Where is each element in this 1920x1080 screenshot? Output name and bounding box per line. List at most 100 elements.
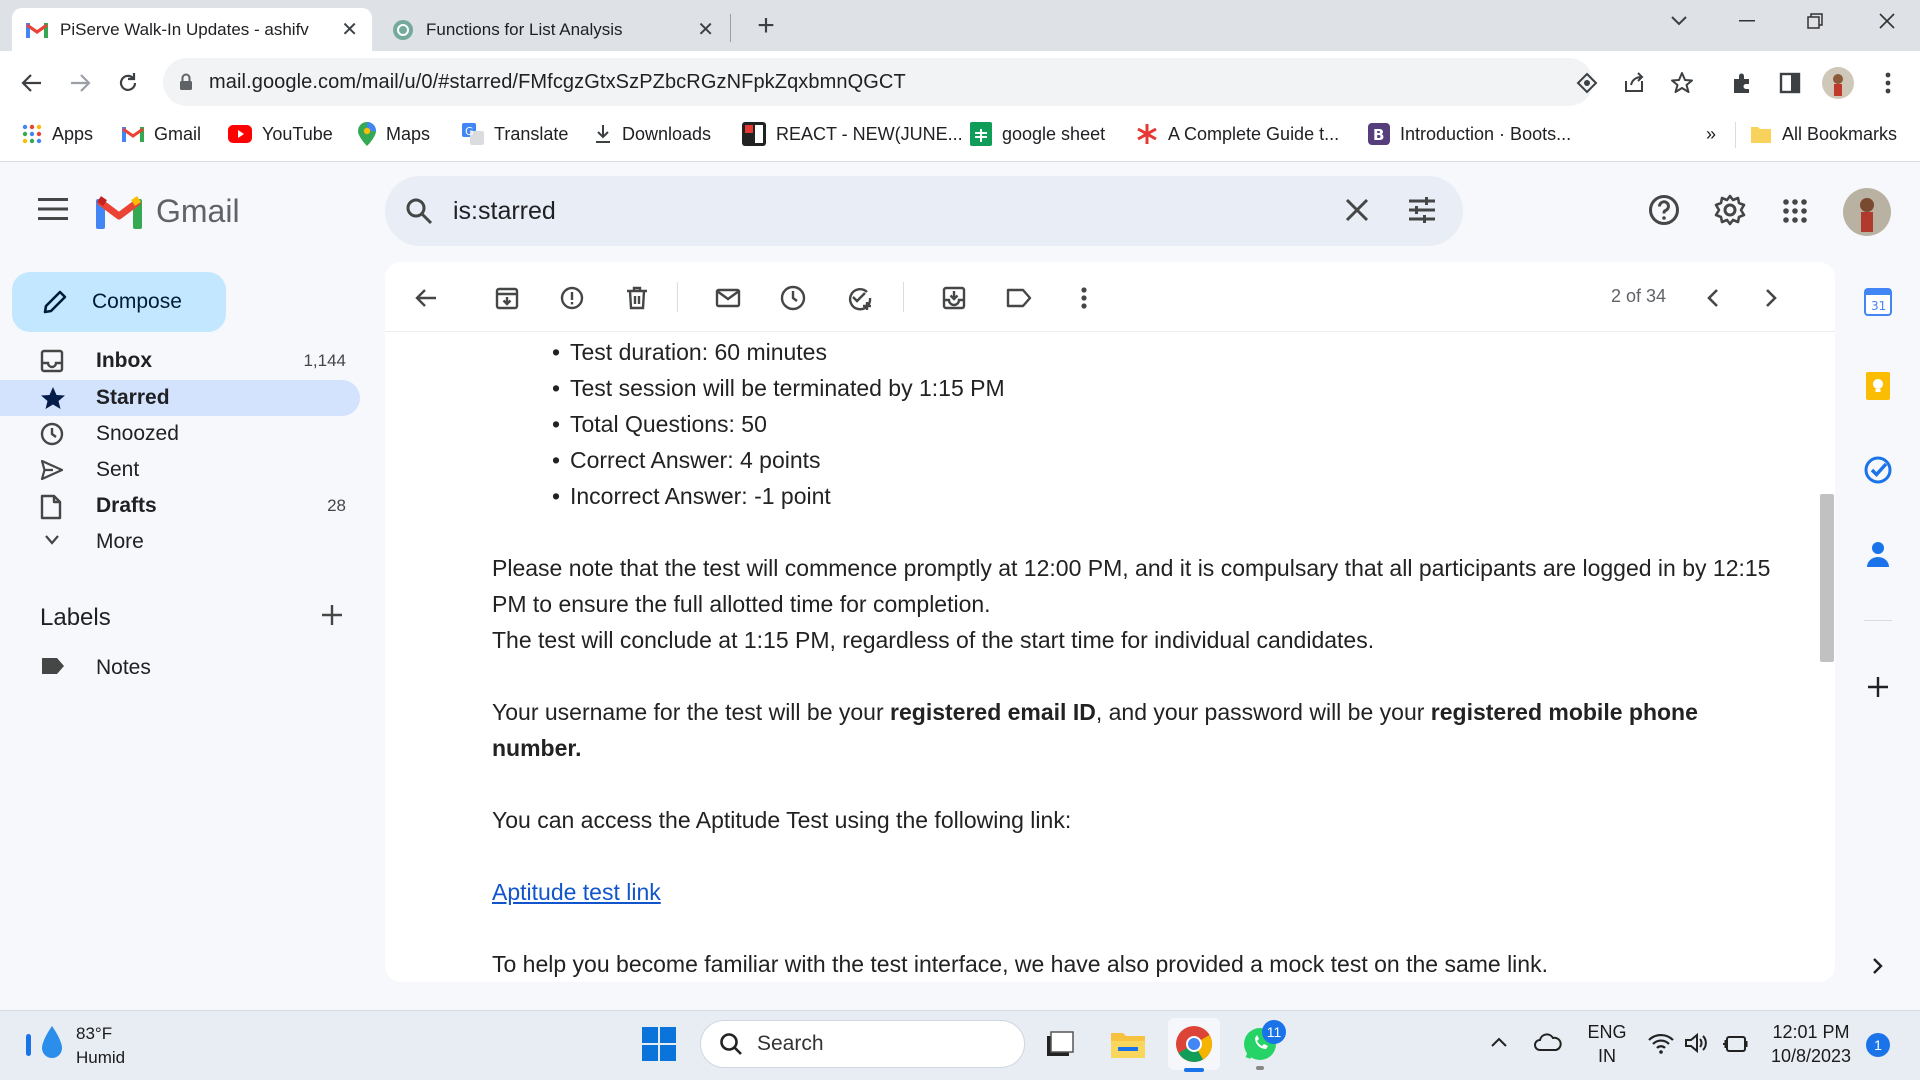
label-as-icon[interactable]: [1005, 284, 1033, 312]
nav-drafts[interactable]: Drafts 28: [0, 488, 360, 524]
task-view-icon[interactable]: [1034, 1018, 1086, 1070]
bookmark-apps[interactable]: Apps: [22, 114, 93, 154]
label-tag-icon: [40, 656, 66, 676]
nav-inbox[interactable]: Inbox 1,144: [0, 343, 360, 379]
report-spam-icon[interactable]: [558, 284, 586, 312]
back-to-list-icon[interactable]: [412, 284, 440, 312]
bookmark-gmail[interactable]: Gmail: [122, 114, 201, 154]
body-paragraph: You can access the Aptitude Test using t…: [492, 807, 1072, 833]
close-window-icon[interactable]: [1858, 0, 1916, 42]
address-bar[interactable]: mail.google.com/mail/u/0/#starred/FMfcgz…: [163, 58, 1593, 106]
lang-region: IN: [1598, 1046, 1616, 1066]
search-icon[interactable]: [405, 197, 433, 225]
install-app-icon[interactable]: [1563, 51, 1611, 114]
notification-count-badge[interactable]: 1: [1866, 1033, 1890, 1057]
account-avatar[interactable]: [1843, 188, 1891, 236]
contacts-icon[interactable]: [1860, 536, 1896, 572]
reload-icon[interactable]: [104, 51, 152, 114]
chrome-taskbar-icon[interactable]: [1168, 1018, 1220, 1070]
all-bookmarks-button[interactable]: All Bookmarks: [1750, 114, 1897, 154]
bookmark-complete-guide[interactable]: A Complete Guide t...: [1136, 114, 1339, 154]
list-item: Correct Answer: 4 points: [552, 442, 1782, 478]
gmail-logo[interactable]: Gmail: [96, 193, 240, 230]
search-bar[interactable]: is:starred: [385, 176, 1463, 246]
bookmark-translate[interactable]: G Translate: [462, 114, 568, 154]
tab-gmail[interactable]: PiServe Walk-In Updates - ashifv ✕: [12, 8, 372, 51]
help-icon[interactable]: [1648, 194, 1680, 226]
weather-widget[interactable]: 83°F Humid: [76, 1022, 125, 1070]
download-icon: [594, 124, 612, 144]
newer-chevron-left-icon[interactable]: [1699, 284, 1727, 312]
bookmark-label: Maps: [386, 123, 431, 144]
tab-divider: [730, 14, 731, 42]
gmail-icon: [122, 126, 144, 142]
google-apps-icon[interactable]: [1783, 199, 1807, 223]
file-explorer-icon[interactable]: [1102, 1018, 1154, 1070]
taskbar-search[interactable]: Search: [700, 1020, 1025, 1068]
weather-icon[interactable]: [24, 1024, 70, 1064]
older-chevron-right-icon[interactable]: [1757, 284, 1785, 312]
settings-gear-icon[interactable]: [1714, 194, 1746, 226]
search-input[interactable]: is:starred: [453, 197, 556, 226]
search-options-icon[interactable]: [1407, 196, 1437, 224]
windows-start-icon[interactable]: [633, 1018, 685, 1070]
bookmark-react[interactable]: REACT - NEW(JUNE...: [742, 114, 963, 154]
main-menu-icon[interactable]: [38, 198, 68, 220]
calendar-icon[interactable]: 31: [1860, 284, 1896, 320]
volume-icon[interactable]: [1684, 1032, 1710, 1054]
side-panel-icon[interactable]: [1766, 51, 1814, 114]
snooze-clock-icon[interactable]: [779, 284, 807, 312]
keep-icon[interactable]: [1860, 368, 1896, 404]
onedrive-cloud-icon[interactable]: [1534, 1032, 1562, 1052]
forward-icon[interactable]: [56, 51, 104, 114]
battery-charging-icon[interactable]: [1722, 1034, 1748, 1054]
nav-sent[interactable]: Sent: [0, 452, 360, 488]
mark-unread-icon[interactable]: [714, 284, 742, 312]
bookmark-bootstrap[interactable]: B Introduction · Boots...: [1368, 114, 1571, 154]
bookmark-star-icon[interactable]: [1658, 51, 1706, 114]
restore-icon[interactable]: [1786, 0, 1844, 42]
compose-button[interactable]: Compose: [12, 272, 226, 332]
nav-snoozed[interactable]: Snoozed: [0, 416, 360, 452]
bookmark-google-sheet[interactable]: google sheet: [970, 114, 1105, 154]
clear-search-icon[interactable]: [1343, 196, 1371, 224]
chrome-menu-icon[interactable]: [1864, 51, 1912, 114]
extensions-icon[interactable]: [1718, 51, 1766, 114]
create-label-icon[interactable]: [320, 603, 344, 627]
draft-count: 28: [327, 496, 346, 515]
email-body: Test duration: 60 minutes Test session w…: [492, 334, 1782, 982]
more-bookmarks-button[interactable]: »: [1706, 114, 1716, 154]
bookmark-label: Gmail: [154, 123, 202, 144]
more-actions-icon[interactable]: [1070, 284, 1098, 312]
expand-side-panel-icon[interactable]: [1860, 948, 1896, 984]
share-icon[interactable]: [1610, 51, 1658, 114]
minimize-icon[interactable]: [1718, 0, 1776, 42]
show-hidden-icons-chevron-icon[interactable]: [1490, 1036, 1508, 1048]
nav-more[interactable]: More: [0, 524, 360, 560]
language-indicator[interactable]: ENG IN: [1582, 1020, 1632, 1068]
bookmark-youtube[interactable]: YouTube: [228, 114, 333, 154]
new-tab-icon[interactable]: +: [748, 8, 784, 44]
label-notes[interactable]: Notes: [0, 650, 360, 686]
add-to-tasks-icon[interactable]: [845, 284, 873, 312]
close-tab-icon[interactable]: ✕: [341, 17, 358, 42]
get-addons-plus-icon[interactable]: [1860, 669, 1896, 705]
pencil-icon: [42, 289, 68, 315]
aptitude-test-link[interactable]: Aptitude test link: [492, 879, 661, 905]
close-tab-icon[interactable]: ✕: [697, 17, 714, 42]
bookmark-maps[interactable]: Maps: [358, 114, 430, 154]
bookmark-label: All Bookmarks: [1782, 123, 1898, 144]
archive-icon[interactable]: [493, 284, 521, 312]
nav-starred[interactable]: Starred: [0, 380, 360, 416]
scrollbar-thumb[interactable]: [1820, 494, 1834, 662]
profile-avatar[interactable]: [1814, 51, 1862, 114]
delete-trash-icon[interactable]: [623, 284, 651, 312]
move-to-icon[interactable]: [940, 284, 968, 312]
tasks-icon[interactable]: [1860, 452, 1896, 488]
back-icon[interactable]: [8, 51, 56, 114]
clock-widget[interactable]: 12:01 PM 10/8/2023: [1768, 1020, 1854, 1068]
tab-search-icon[interactable]: [1650, 0, 1708, 42]
wifi-icon[interactable]: [1648, 1032, 1674, 1054]
tab-chatgpt[interactable]: Functions for List Analysis ✕: [378, 8, 728, 51]
bookmark-downloads[interactable]: Downloads: [594, 114, 711, 154]
